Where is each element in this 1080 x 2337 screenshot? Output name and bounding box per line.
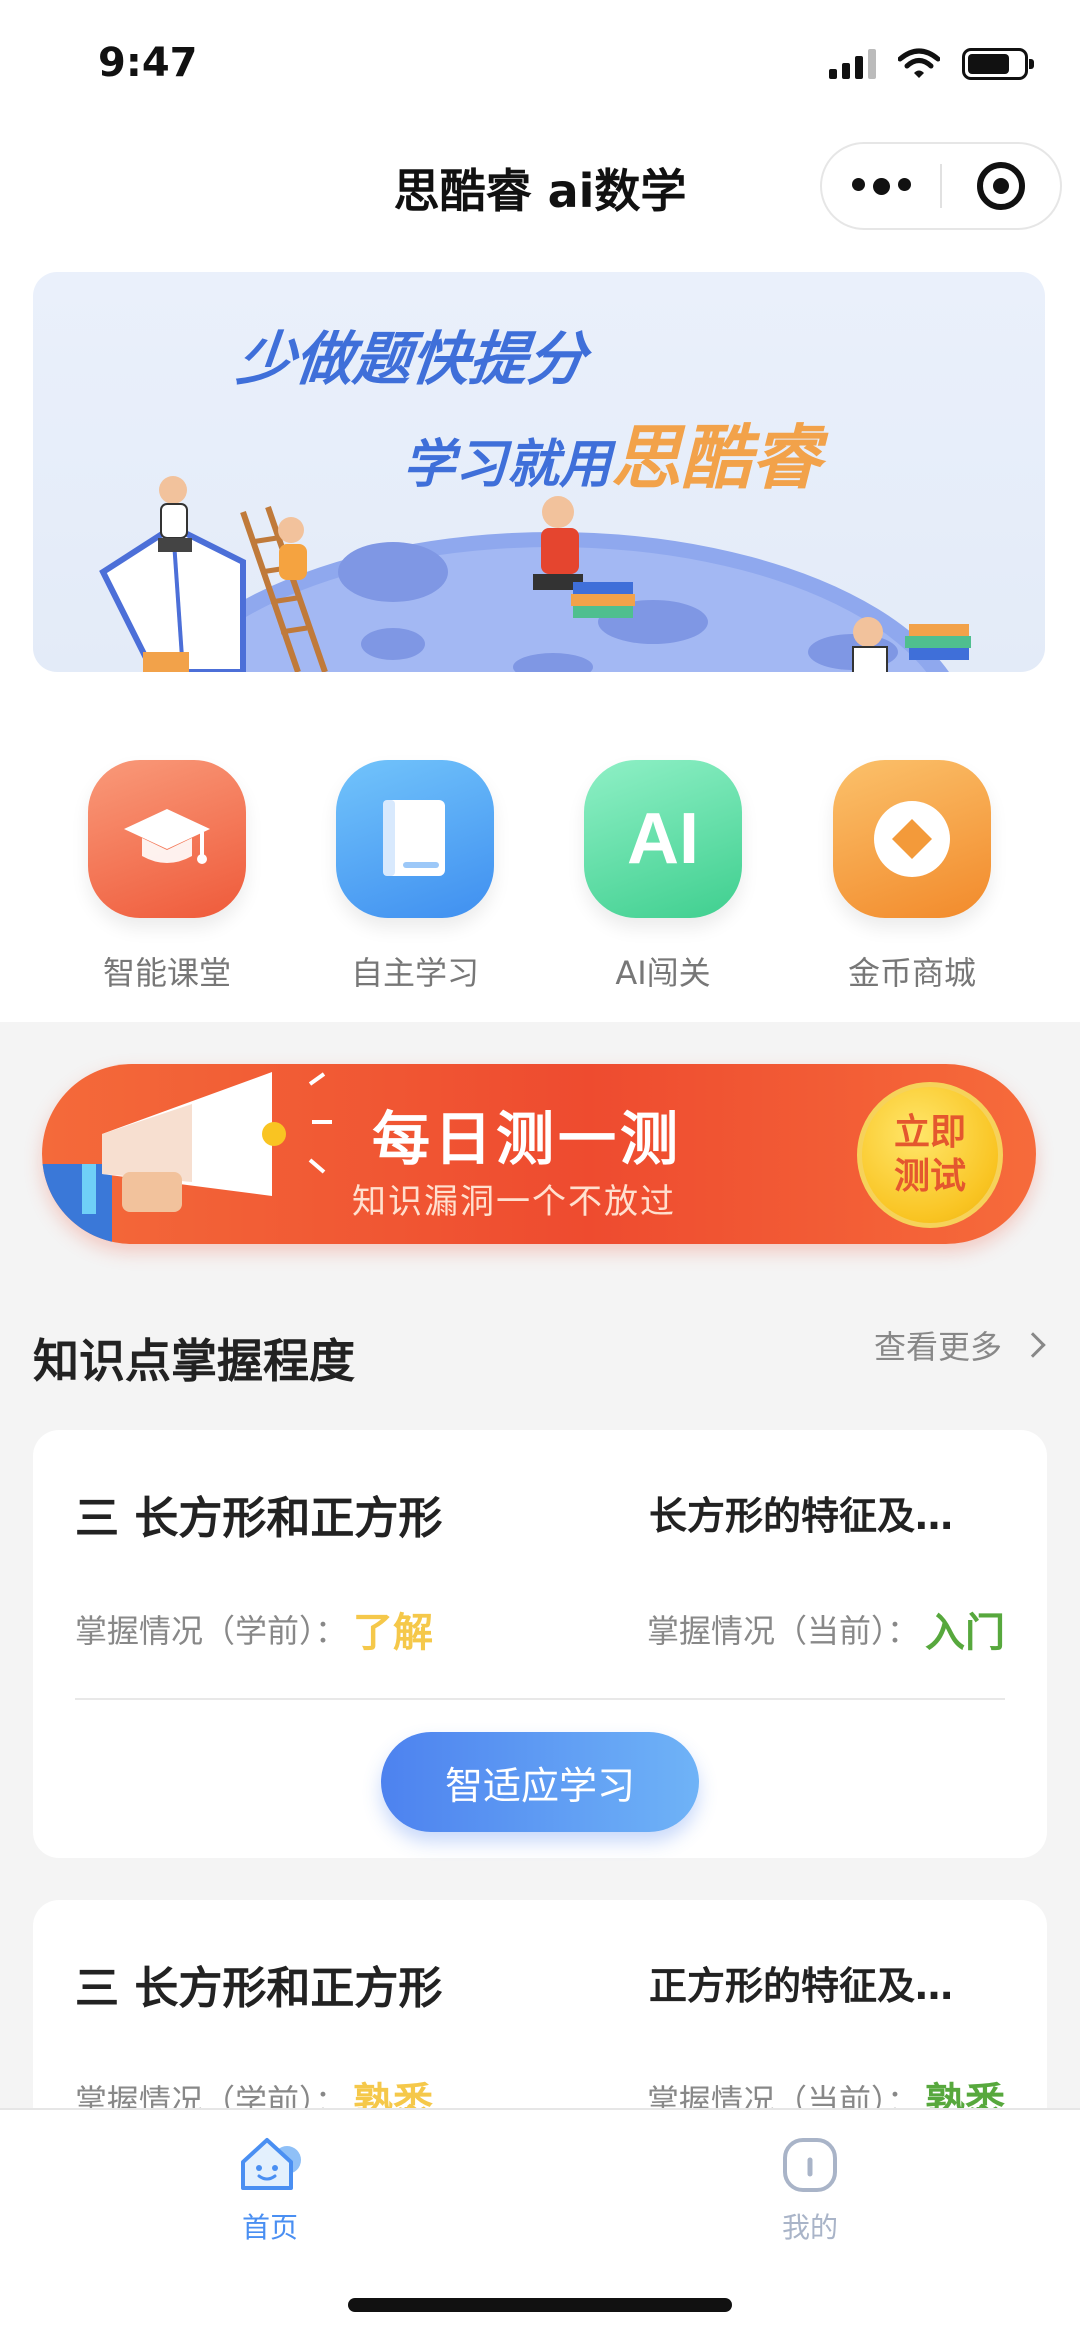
- wifi-icon: [898, 48, 940, 78]
- book-icon: [336, 760, 494, 918]
- start-test-label-1: 立即: [893, 1112, 966, 1153]
- knowledge-card[interactable]: 三 长方形和正方形 长方形的特征及… 掌握情况（学前）： 了解 掌握情况（当前）…: [33, 1430, 1047, 1858]
- banner-slogan-line2: 学习就用思酷睿: [403, 402, 821, 503]
- before-mastery-label: 掌握情况（学前）：: [75, 1612, 348, 1650]
- home-indicator: [348, 2298, 732, 2312]
- tab-profile[interactable]: 我的: [710, 2134, 910, 2246]
- before-mastery-level: 了解: [353, 1610, 434, 1656]
- graduation-cap-icon: [88, 760, 246, 918]
- menu-self-study[interactable]: 自主学习: [290, 760, 540, 994]
- menu-coin-mall[interactable]: 金币商城: [787, 760, 1037, 994]
- current-mastery-level: 入门: [925, 1610, 1005, 1656]
- signal-icon: [829, 49, 876, 79]
- megaphone-icon: [42, 1072, 332, 1244]
- card-knowledge-point: 长方形的特征及…: [649, 1494, 954, 1538]
- close-miniprogram-button[interactable]: [942, 162, 1060, 210]
- card-chapter: 三 长方形和正方形: [75, 1493, 443, 1544]
- view-more-link[interactable]: 查看更多: [873, 1322, 1046, 1368]
- menu-label: AI闯关: [615, 954, 711, 992]
- status-time: 9:47: [98, 40, 198, 86]
- promo-banner[interactable]: 少做题快提分 学习就用思酷睿: [33, 272, 1045, 672]
- card-knowledge-point: 正方形的特征及…: [649, 1964, 954, 2008]
- banner-brand: 思酷睿: [611, 417, 822, 499]
- before-mastery: 掌握情况（学前）： 了解: [75, 1600, 433, 1658]
- more-icon[interactable]: [822, 177, 940, 195]
- start-test-button[interactable]: 立即 测试: [857, 1082, 1003, 1228]
- ai-icon: AI: [584, 760, 742, 918]
- menu-label: 自主学习: [350, 954, 479, 992]
- ai-icon-text: AI: [627, 799, 699, 879]
- card-divider: [75, 1698, 1005, 1700]
- daily-test-subtitle: 知识漏洞一个不放过: [352, 1182, 676, 1222]
- menu-smart-classroom[interactable]: 智能课堂: [42, 760, 292, 994]
- menu-ai-challenge[interactable]: AI AI闯关: [538, 760, 788, 994]
- adaptive-learning-button[interactable]: 智适应学习: [381, 1732, 699, 1832]
- chevron-right-icon: [1020, 1332, 1046, 1358]
- tab-profile-label: 我的: [781, 2211, 838, 2244]
- card-chapter: 三 长方形和正方形: [75, 1963, 443, 2014]
- battery-icon: [962, 48, 1034, 80]
- banner-slogan-line1: 少做题快提分: [233, 325, 590, 393]
- coin-icon: [833, 760, 991, 918]
- menu-label: 金币商城: [847, 954, 976, 992]
- banner-slogan-prefix: 学习就用: [403, 435, 612, 495]
- start-test-label-2: 测试: [893, 1156, 966, 1197]
- current-mastery-label: 掌握情况（当前）：: [646, 1612, 919, 1650]
- section-title: 知识点掌握程度: [33, 1334, 355, 1388]
- home-icon: [241, 2138, 301, 2190]
- daily-test-banner[interactable]: 每日测一测 知识漏洞一个不放过 立即 测试: [42, 1064, 1036, 1244]
- menu-label: 智能课堂: [102, 954, 231, 992]
- tab-home[interactable]: 首页: [170, 2134, 370, 2246]
- target-icon: [976, 162, 1025, 210]
- tab-home-label: 首页: [241, 2211, 298, 2244]
- miniprogram-capsule: [820, 142, 1062, 230]
- profile-icon: [783, 2138, 837, 2192]
- view-more-label: 查看更多: [873, 1328, 1002, 1366]
- daily-test-title: 每日测一测: [372, 1105, 683, 1173]
- current-mastery: 掌握情况（当前）： 入门: [647, 1600, 1005, 1658]
- status-icons: [829, 48, 1034, 80]
